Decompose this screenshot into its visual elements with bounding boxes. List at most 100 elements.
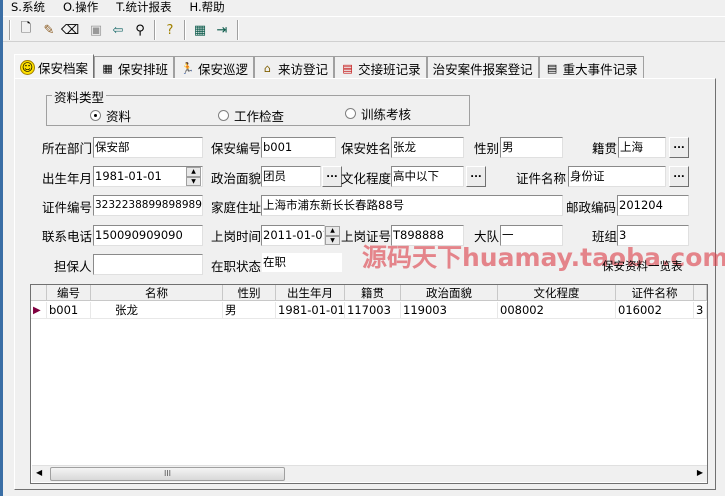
table-cell[interactable]: 1981-01-01 — [276, 302, 345, 319]
tab-guard-schedule[interactable]: ▦ 保安排班 — [94, 56, 175, 80]
menu-system[interactable]: S.系统 — [3, 0, 55, 15]
calculator-icon[interactable]: ▦ — [191, 21, 209, 39]
tab-guard-profile[interactable]: ☺ 保安档案 — [14, 54, 95, 80]
radio-circle — [345, 108, 356, 119]
row-indicator-header — [31, 285, 47, 301]
guard-id-field[interactable]: b001 — [261, 137, 336, 158]
calendar-icon: ▤ — [342, 62, 353, 75]
table-cell[interactable]: 016002 — [616, 302, 694, 319]
new-icon[interactable]: 🗋 — [17, 21, 35, 39]
cert-name-browse-button[interactable]: ... — [669, 166, 689, 187]
document-icon: ▤ — [546, 62, 558, 75]
horizontal-scrollbar[interactable]: ◀ III ▶ — [32, 465, 707, 482]
column-header[interactable]: 出生年月 — [276, 285, 345, 301]
column-header[interactable]: 文化程度 — [498, 285, 616, 301]
tab-strip: ☺ 保安档案 ▦ 保安排班 🏃 保安巡逻 ⌂ 来访登记 ▤ 交接班记录 治安案件报案登记 … — [14, 54, 644, 80]
menu-help[interactable]: H.帮助 — [182, 0, 235, 15]
save-icon[interactable]: ▣ — [87, 21, 105, 39]
start-date-field[interactable]: 2011-01-01 — [261, 225, 325, 246]
menu-reports[interactable]: T.统计报表 — [108, 0, 181, 15]
scroll-right-icon[interactable]: ▶ — [697, 468, 703, 477]
toolbar-grip — [9, 20, 11, 40]
phone-label: 联系电话 — [42, 229, 93, 244]
column-header[interactable] — [694, 285, 707, 301]
table-cell[interactable]: 男 — [223, 302, 276, 319]
radio-circle — [218, 110, 229, 121]
window-edge — [0, 0, 3, 496]
table-cell[interactable]: 119003 — [401, 302, 498, 319]
column-header[interactable]: 籍贯 — [345, 285, 401, 301]
list-title: 保安资料一览表 — [602, 259, 683, 273]
radio-label: 工作检查 — [234, 109, 285, 124]
guard-name-label: 保安姓名 — [341, 141, 392, 156]
sex-field[interactable]: 男 — [500, 137, 563, 158]
toolbar-separator — [154, 20, 156, 40]
native-field[interactable]: 上海 — [618, 137, 666, 158]
tab-visitor-log[interactable]: ⌂ 来访登记 — [254, 56, 335, 80]
radio-work-check[interactable]: 工作检查 — [218, 106, 284, 125]
toolbar-separator — [184, 20, 186, 40]
back-icon[interactable]: ⇦ — [109, 21, 127, 39]
tab-guard-patrol[interactable]: 🏃 保安巡逻 — [174, 56, 255, 80]
phone-field[interactable]: 150090909090 — [93, 225, 203, 246]
runner-icon: 🏃 — [180, 62, 195, 75]
table-cell[interactable]: b001 — [47, 302, 91, 319]
dept-field[interactable]: 保安部 — [93, 137, 203, 158]
birth-label: 出生年月 — [42, 171, 93, 186]
scrollbar-thumb[interactable]: III — [50, 467, 285, 481]
current-row-indicator-icon: ▶ — [31, 302, 47, 319]
start-date-spinner[interactable]: ▲ ▼ — [325, 226, 340, 245]
help-icon[interactable]: ? — [161, 21, 179, 39]
eraser-icon[interactable]: ⌫ — [61, 21, 79, 39]
scroll-left-icon[interactable]: ◀ — [36, 468, 42, 477]
spin-up-icon[interactable]: ▲ — [325, 226, 340, 236]
column-header[interactable]: 名称 — [91, 285, 223, 301]
status-label: 在职状态 — [211, 259, 262, 274]
tab-shift-handover[interactable]: ▤ 交接班记录 — [334, 56, 427, 80]
exit-icon[interactable]: ⇥ — [213, 21, 231, 39]
table-cell[interactable]: 张龙 — [91, 302, 223, 319]
address-field[interactable]: 上海市浦东新长长春路88号 — [261, 195, 563, 216]
zip-field[interactable]: 201204 — [617, 195, 689, 216]
tab-label: 交接班记录 — [358, 62, 421, 77]
edit-pencil-icon[interactable]: ✎ — [40, 21, 58, 39]
group-title: 资料类型 — [52, 87, 107, 106]
politics-field[interactable]: 团员 — [261, 166, 321, 187]
menu-operate[interactable]: O.操作 — [55, 0, 108, 15]
column-header[interactable]: 政治面貌 — [401, 285, 498, 301]
native-browse-button[interactable]: ... — [669, 137, 689, 158]
tab-case-report[interactable]: 治安案件报案登记 — [426, 56, 539, 80]
guarantor-field[interactable] — [93, 254, 203, 275]
binoculars-icon[interactable]: ⚲ — [131, 21, 149, 39]
radio-data[interactable]: 资料 — [90, 106, 131, 125]
table-cell[interactable]: 3 — [694, 302, 707, 319]
grid-icon: ▦ — [102, 62, 113, 75]
guard-id-label: 保安编号 — [211, 141, 262, 156]
tab-label: 重大事件记录 — [562, 62, 638, 77]
birth-spinner[interactable]: ▲ ▼ — [186, 167, 201, 186]
sex-label: 性别 — [474, 141, 500, 156]
table-cell[interactable]: 117003 — [345, 302, 401, 319]
cert-no-field[interactable]: 323223889989898989 — [93, 195, 203, 216]
politics-browse-button[interactable]: ... — [322, 166, 342, 187]
spin-up-icon[interactable]: ▲ — [186, 167, 201, 177]
tab-label: 来访登记 — [278, 62, 329, 77]
cert-no-label: 证件编号 — [42, 200, 93, 215]
column-header[interactable]: 编号 — [47, 285, 91, 301]
radio-label: 资料 — [106, 109, 132, 124]
spin-down-icon[interactable]: ▼ — [186, 176, 201, 186]
column-header[interactable]: 证件名称 — [616, 285, 694, 301]
radio-training[interactable]: 训练考核 — [345, 104, 411, 123]
tab-label: 保安巡逻 — [198, 62, 249, 77]
tab-major-events[interactable]: ▤ 重大事件记录 — [538, 56, 644, 80]
status-field[interactable]: 在职 — [261, 252, 343, 273]
cert-name-field[interactable]: 身份证 — [568, 166, 666, 187]
guard-name-field[interactable]: 张龙 — [391, 137, 464, 158]
education-field[interactable]: 高中以下 — [391, 166, 464, 187]
guard-data-grid[interactable]: 编号 名称 性别 出生年月 籍贯 政治面貌 文化程度 证件名称 ▶ b001 张… — [30, 284, 708, 484]
spin-down-icon[interactable]: ▼ — [325, 235, 340, 245]
column-header[interactable]: 性别 — [223, 285, 276, 301]
table-cell[interactable]: 008002 — [498, 302, 616, 319]
guarantor-label: 担保人 — [54, 259, 92, 274]
education-browse-button[interactable]: ... — [466, 166, 486, 187]
